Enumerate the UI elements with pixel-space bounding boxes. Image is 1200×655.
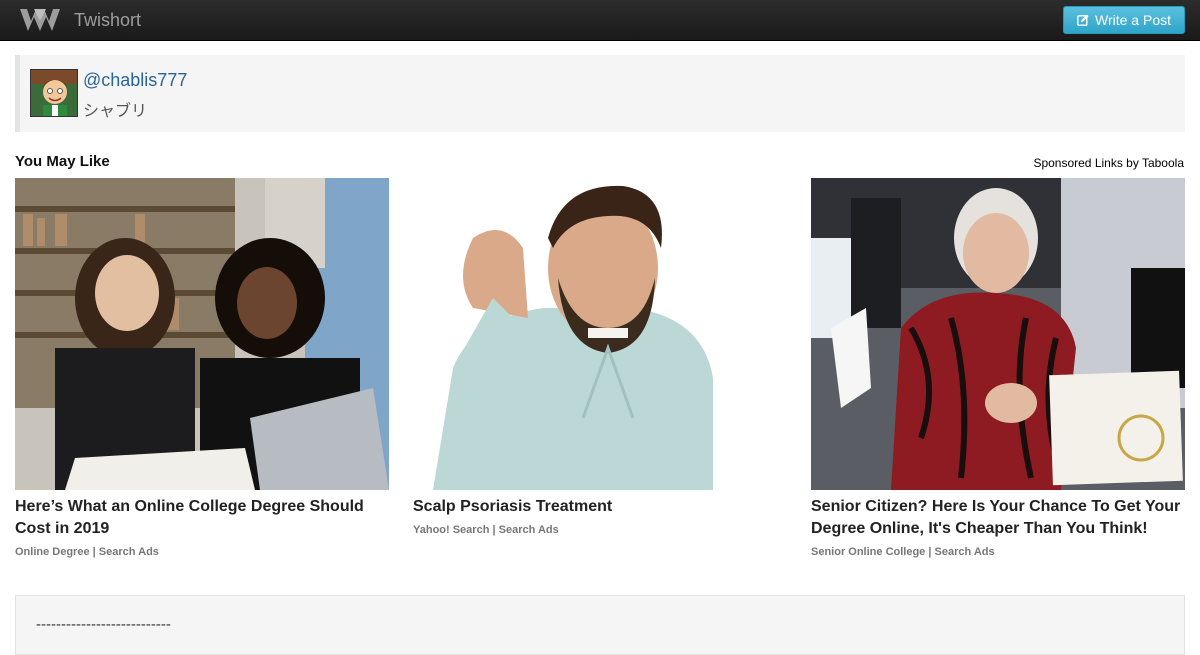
man-scratching-head-image[interactable]: [413, 178, 787, 490]
recommendation-card[interactable]: Scalp Psoriasis Treatment Yahoo! Search …: [413, 178, 787, 536]
card-source-suffix: Search Ads: [498, 524, 559, 536]
author-display-name: シャブリ: [83, 101, 148, 120]
card-headline[interactable]: Here’s What an Online College Degree Sho…: [15, 496, 389, 540]
card-source-name: Senior Online College: [811, 546, 926, 558]
recommendations-title: You May Like: [15, 153, 110, 170]
twishort-logo-icon: [20, 9, 60, 31]
write-post-label: Write a Post: [1095, 12, 1171, 28]
avatar-image: [31, 70, 77, 116]
write-post-button[interactable]: Write a Post: [1063, 6, 1185, 34]
sponsored-links-label[interactable]: Sponsored Links by Taboola: [1033, 156, 1184, 170]
card-source-suffix: Search Ads: [934, 546, 995, 558]
card-source[interactable]: Yahoo! Search | Search Ads: [413, 524, 787, 536]
recommendation-card[interactable]: Here’s What an Online College Degree Sho…: [15, 178, 389, 558]
post-content-box: ---------------------------: [15, 595, 1185, 655]
navbar: Twishort Write a Post: [0, 0, 1200, 41]
avatar[interactable]: [30, 69, 78, 117]
card-source-name: Online Degree: [15, 546, 90, 558]
card-source-suffix: Search Ads: [98, 546, 159, 558]
pencil-square-icon: [1077, 14, 1089, 26]
recommendation-card[interactable]: Senior Citizen? Here Is Your Chance To G…: [811, 178, 1185, 558]
card-source[interactable]: Senior Online College | Search Ads: [811, 546, 1185, 558]
post-text: ---------------------------: [36, 616, 171, 633]
two-students-laptop-image[interactable]: [15, 178, 389, 490]
card-headline[interactable]: Scalp Psoriasis Treatment: [413, 496, 787, 518]
card-source-name: Yahoo! Search: [413, 524, 490, 536]
elderly-woman-diploma-image[interactable]: [811, 178, 1185, 490]
author-handle-link[interactable]: @chablis777: [83, 70, 187, 91]
card-headline[interactable]: Senior Citizen? Here Is Your Chance To G…: [811, 496, 1185, 540]
brand-link[interactable]: Twishort: [18, 4, 141, 36]
card-source[interactable]: Online Degree | Search Ads: [15, 546, 389, 558]
brand-name: Twishort: [74, 9, 142, 30]
author-panel: @chablis777 シャブリ: [15, 55, 1185, 132]
